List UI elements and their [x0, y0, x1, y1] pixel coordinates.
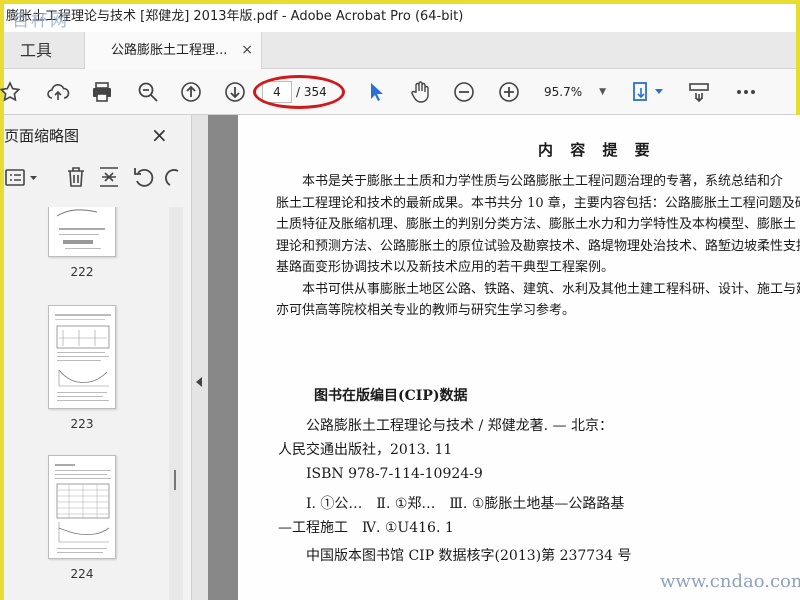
tab-document-label: 公路膨胀土工程理...: [111, 43, 228, 58]
select-arrow-icon[interactable]: [364, 80, 388, 104]
zoom-out-search-icon[interactable]: [136, 80, 160, 104]
scrollbar-thumb[interactable]: [174, 470, 176, 490]
fit-dropdown-icon[interactable]: [654, 88, 664, 96]
zoom-value: 95.7%: [544, 85, 583, 99]
cip-line: —工程施工 Ⅳ. ①U416. 1: [278, 520, 454, 536]
cip-line: Ⅰ. ①公… Ⅱ. ①郑… Ⅲ. ①膨胀土地基—公路路基: [278, 496, 625, 512]
panel-splitter[interactable]: [192, 115, 208, 600]
hand-icon[interactable]: [408, 80, 432, 104]
extract-pages-icon[interactable]: [97, 165, 121, 189]
trash-icon[interactable]: [64, 165, 88, 189]
watermark-top: 百杯网: [12, 11, 69, 31]
window-title-bar: 膨胀土工程理论与技术 [郑健龙] 2013年版.pdf - Adobe Acro…: [4, 4, 796, 32]
panel-toolbar: [4, 165, 192, 193]
thumbnail-preview: [55, 464, 111, 553]
rotate-cw-icon[interactable]: [164, 165, 180, 189]
thumbnail-options-icon[interactable]: [4, 167, 40, 189]
pdf-page: 内 容 提 要 本书是关于膨胀土土质和力学性质与公路膨胀土工程问题治理的专著，系…: [238, 115, 800, 600]
text-line: 亦可供高等院校相关专业的教师与研究生学习参考。: [276, 303, 576, 318]
toolbar: 4 / 354 95.7% ▼: [0, 69, 796, 115]
zoom-select[interactable]: 95.7% ▼: [534, 81, 610, 103]
page-heading: 内 容 提 要: [538, 141, 656, 159]
collapse-arrow-icon[interactable]: [196, 377, 202, 387]
page-thumbnails-panel: 页面缩略图 × 222 223 224: [4, 115, 192, 600]
thumbnail-page[interactable]: [48, 207, 116, 257]
text-line: 本书是关于膨胀土土质和力学性质与公路膨胀土工程问题治理的专著，系统总结和介: [276, 174, 784, 189]
fit-page-icon[interactable]: [630, 80, 654, 104]
rotate-ccw-icon[interactable]: [132, 165, 156, 189]
panel-title: 页面缩略图: [4, 127, 80, 145]
text-line: 理论和预测方法、公路膨胀土的原位试验及勘察技术、路堤物理处治技术、路堑边坡柔性支…: [276, 238, 800, 254]
plus-circle-icon[interactable]: [497, 80, 521, 104]
star-icon[interactable]: [0, 80, 22, 104]
chevron-down-icon: ▼: [599, 87, 606, 97]
minus-circle-icon[interactable]: [452, 80, 476, 104]
thumbnail-list: 222 223 224: [4, 207, 169, 600]
thumbnail-page[interactable]: [48, 305, 116, 409]
tab-document[interactable]: 公路膨胀土工程理... ×: [84, 32, 262, 70]
print-icon[interactable]: [90, 80, 114, 104]
window-title: 膨胀土工程理论与技术 [郑健龙] 2013年版.pdf - Adobe Acro…: [6, 9, 464, 24]
cip-title: 图书在版编目(CIP)数据: [314, 388, 468, 404]
cip-line: 公路膨胀土工程理论与技术 / 郑健龙著. — 北京：: [278, 418, 613, 434]
watermark-bottom: www.cndao.com: [660, 571, 800, 592]
document-view[interactable]: 内 容 提 要 本书是关于膨胀土土质和力学性质与公路膨胀土工程问题治理的专著，系…: [208, 115, 800, 600]
cloud-upload-icon[interactable]: [46, 80, 70, 104]
arrow-down-circle-icon[interactable]: [223, 80, 247, 104]
cip-line: 中国版本图书馆 CIP 数据核字(2013)第 237734 号: [278, 548, 632, 564]
summary-paragraph: 本书是关于膨胀土土质和力学性质与公路膨胀土工程问题治理的专著，系统总结和介 胀土…: [276, 171, 800, 322]
thumbnail-preview: [55, 314, 111, 401]
text-line: 基路面变形协调技术以及新技术应用的若干典型工程案例。: [276, 260, 615, 275]
panel-close-icon[interactable]: ×: [151, 123, 168, 147]
tab-row: 工具 公路膨胀土工程理... ×: [4, 32, 796, 70]
thumbnail-label: 222: [70, 265, 94, 279]
arrow-up-circle-icon[interactable]: [179, 80, 203, 104]
scroll-mode-icon[interactable]: [687, 80, 711, 104]
red-highlight-oval: [253, 75, 345, 109]
tab-tools[interactable]: 工具: [4, 32, 84, 69]
thumbnail-label: 223: [70, 417, 94, 431]
cip-line: ISBN 978-7-114-10924-9: [278, 466, 483, 482]
text-line: 胀土工程理论和技术的最新成果。本书共分 10 章，主要内容包括：公路膨胀土工程问…: [276, 195, 800, 211]
text-line: 土质特征及胀缩机理、膨胀土的判别分类方法、膨胀土水力和力学特性及本构模型、膨胀土: [276, 217, 797, 232]
thumbnail-label: 224: [70, 567, 94, 581]
thumbnail-page[interactable]: [48, 455, 116, 559]
thumbnail-scrollbar[interactable]: [169, 207, 183, 600]
more-icon[interactable]: [734, 80, 758, 104]
text-line: 本书可供从事膨胀土地区公路、铁路、建筑、水利及其他土建工程科研、设计、施工与建设: [276, 281, 800, 297]
cip-line: 人民交通出版社，2013. 11: [278, 442, 453, 458]
thumbnail-preview: [56, 209, 105, 249]
tab-close-icon[interactable]: ×: [241, 32, 253, 69]
